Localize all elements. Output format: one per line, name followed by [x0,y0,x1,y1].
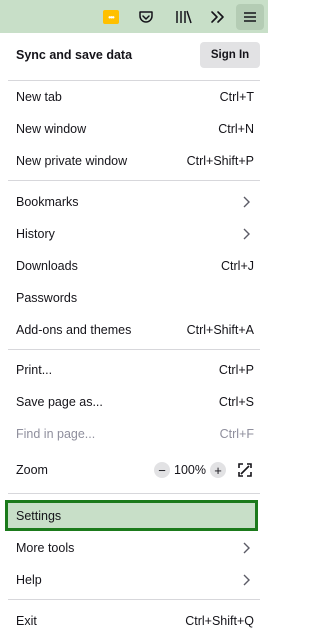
menu-item-find-in-page: Find in page... Ctrl+F [0,418,268,450]
passwords-label: Passwords [16,291,78,305]
menu-item-downloads[interactable]: Downloads Ctrl+J [0,250,268,282]
browser-toolbar: ••• [0,0,268,33]
library-icon [176,10,192,24]
fullscreen-button[interactable] [236,461,254,479]
exit-shortcut: Ctrl+Shift+Q [185,614,254,628]
save-page-shortcut: Ctrl+S [218,395,254,409]
new-tab-shortcut: Ctrl+T [219,90,254,104]
menu-item-history[interactable]: History [0,218,268,250]
separator [8,349,260,350]
new-private-window-shortcut: Ctrl+Shift+P [186,154,254,168]
pocket-icon [139,11,153,23]
separator [8,493,260,494]
app-menu-panel: Sync and save data Sign In New tab Ctrl+… [0,33,268,635]
fullscreen-icon [238,463,252,477]
help-label: Help [16,573,42,587]
zoom-controls: − 100% + [154,461,254,479]
new-window-shortcut: Ctrl+N [218,122,254,136]
find-in-page-shortcut: Ctrl+F [219,427,254,441]
downloads-shortcut: Ctrl+J [221,259,254,273]
zoom-label: Zoom [16,463,48,477]
exit-label: Exit [16,614,37,628]
extension-button[interactable]: ••• [97,4,125,30]
overflow-button[interactable] [204,4,232,30]
history-label: History [16,227,55,241]
menu-item-exit[interactable]: Exit Ctrl+Shift+Q [0,605,268,637]
menu-item-new-private-window[interactable]: New private window Ctrl+Shift+P [0,145,268,177]
menu-item-bookmarks[interactable]: Bookmarks [0,186,268,218]
overflow-icon [211,11,224,23]
menu-item-passwords[interactable]: Passwords [0,282,268,314]
menu-item-settings[interactable]: Settings [5,500,258,531]
menu-item-help[interactable]: Help [0,564,268,596]
find-in-page-label: Find in page... [16,427,96,441]
more-tools-label: More tools [16,541,75,555]
print-shortcut: Ctrl+P [218,363,254,377]
chevron-right-icon [243,228,250,240]
print-label: Print... [16,363,53,377]
bookmarks-label: Bookmarks [16,195,79,209]
zoom-in-button[interactable]: + [210,462,226,478]
separator [8,180,260,181]
addons-shortcut: Ctrl+Shift+A [186,323,254,337]
hamburger-menu-icon [244,12,256,22]
separator [8,599,260,600]
addons-label: Add-ons and themes [16,323,132,337]
menu-item-print[interactable]: Print... Ctrl+P [0,354,268,386]
menu-item-save-page[interactable]: Save page as... Ctrl+S [0,386,268,418]
zoom-reset-button[interactable]: 100% [170,463,210,477]
new-window-label: New window [16,122,87,136]
chevron-right-icon [243,196,250,208]
menu-item-zoom: Zoom − 100% + [0,454,268,486]
menu-item-more-tools[interactable]: More tools [0,532,268,564]
pocket-button[interactable] [132,4,160,30]
open-menu-button[interactable] [236,4,264,30]
menu-item-new-tab[interactable]: New tab Ctrl+T [0,81,268,113]
chevron-right-icon [243,574,250,586]
new-tab-label: New tab [16,90,62,104]
extension-icon: ••• [103,10,119,24]
sign-in-button[interactable]: Sign In [200,42,260,68]
chevron-right-icon [243,542,250,554]
menu-item-addons-themes[interactable]: Add-ons and themes Ctrl+Shift+A [0,314,268,346]
menu-item-new-window[interactable]: New window Ctrl+N [0,113,268,145]
zoom-out-button[interactable]: − [154,462,170,478]
library-button[interactable] [170,4,198,30]
new-private-window-label: New private window [16,154,128,168]
save-page-label: Save page as... [16,395,103,409]
settings-label: Settings [16,508,62,523]
downloads-label: Downloads [16,259,78,273]
